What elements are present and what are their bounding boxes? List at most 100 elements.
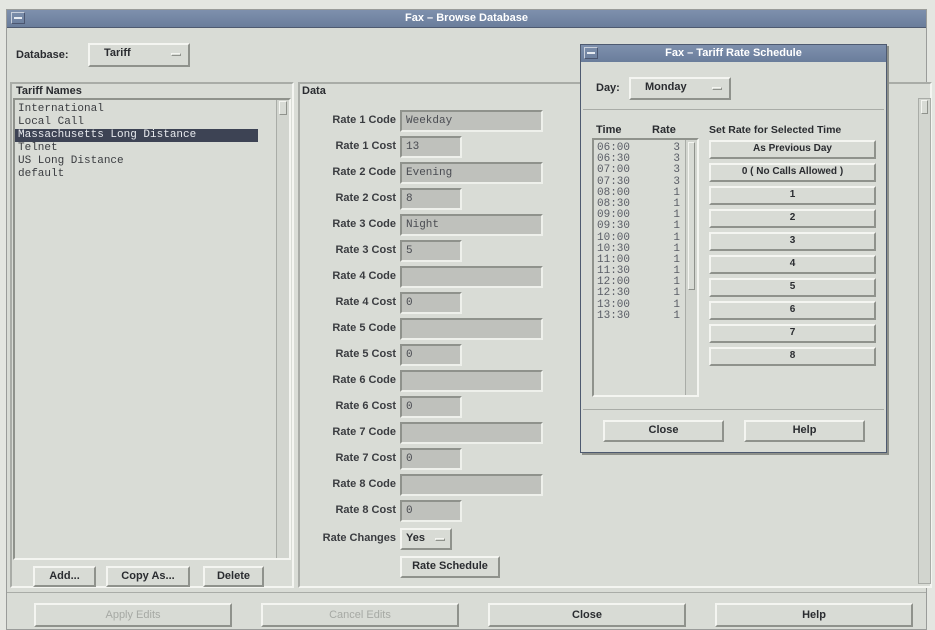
list-item[interactable]: US Long Distance	[15, 155, 289, 168]
rate-code-field[interactable]	[400, 474, 543, 496]
rate-code-field[interactable]: Night	[400, 214, 543, 236]
database-label: Database:	[16, 49, 69, 61]
set-rate-button[interactable]: 7	[709, 324, 876, 343]
field-label: Rate 2 Code	[332, 166, 396, 178]
rate-code-field[interactable]: Evening	[400, 162, 543, 184]
schedule-rate: 1	[673, 287, 680, 300]
list-item[interactable]: International	[15, 103, 289, 116]
tariff-names-list[interactable]: International Local Call Massachusetts Lon…	[13, 98, 291, 560]
rate-cost-field[interactable]: 0	[400, 448, 462, 470]
schedule-rate: 3	[673, 164, 680, 177]
rate-code-field[interactable]	[400, 370, 543, 392]
schedule-scroll-thumb[interactable]	[688, 142, 695, 290]
rate-cost-field[interactable]: 0	[400, 500, 462, 522]
data-scroll-thumb[interactable]	[921, 100, 928, 114]
rate-code-field[interactable]: Weekday	[400, 110, 543, 132]
rate-changes-label: Rate Changes	[322, 532, 396, 544]
apply-edits-button[interactable]: Apply Edits	[34, 603, 232, 627]
schedule-scrollbar[interactable]	[685, 140, 697, 395]
day-value: Monday	[645, 81, 687, 93]
field-label: Rate 3 Cost	[335, 244, 396, 256]
schedule-time: 13:30	[597, 309, 631, 322]
set-rate-button[interactable]: 5	[709, 278, 876, 297]
schedule-row[interactable]: 10:00 1	[594, 232, 684, 244]
rate-changes-value: Yes	[406, 532, 425, 544]
set-rate-button[interactable]: 6	[709, 301, 876, 320]
database-value: Tariff	[104, 47, 131, 59]
rate-cost-field[interactable]: 0	[400, 396, 462, 418]
rate-changes-option-menu[interactable]: Yes	[400, 528, 452, 550]
data-scrollbar[interactable]	[918, 98, 931, 584]
set-rate-button[interactable]: As Previous Day	[709, 140, 876, 159]
rate-cost-field[interactable]: 0	[400, 344, 462, 366]
rate-schedule-button[interactable]: Rate Schedule	[400, 556, 500, 578]
set-rate-button[interactable]: 3	[709, 232, 876, 251]
day-option-menu[interactable]: Monday	[629, 77, 731, 100]
rate-column-header: Rate	[652, 124, 676, 136]
field-label: Rate 1 Cost	[335, 140, 396, 152]
field-label: Rate 3 Code	[332, 218, 396, 230]
title-bar[interactable]: Fax – Browse Database	[7, 10, 926, 28]
set-rate-button[interactable]: 2	[709, 209, 876, 228]
schedule-row[interactable]: 13:30 1	[594, 309, 684, 322]
day-label: Day:	[596, 82, 620, 94]
close-button[interactable]: Close	[488, 603, 686, 627]
tariff-names-header: Tariff Names	[16, 85, 82, 97]
help-button[interactable]: Help	[715, 603, 913, 627]
field-label: Rate 8 Cost	[335, 504, 396, 516]
separator	[583, 409, 884, 410]
schedule-time: 09:30	[597, 220, 631, 233]
tariff-rate-schedule-dialog: Fax – Tariff Rate Schedule Day: Monday T…	[580, 44, 887, 453]
field-label: Rate 5 Code	[332, 322, 396, 334]
rate-cost-field[interactable]: 13	[400, 136, 462, 158]
option-menu-indicator-icon	[435, 538, 445, 541]
database-option-menu[interactable]: Tariff	[88, 43, 190, 67]
schedule-row[interactable]: 09:30 1	[594, 221, 684, 232]
data-header: Data	[302, 85, 326, 97]
set-rate-button[interactable]: 4	[709, 255, 876, 274]
time-column-header: Time	[596, 124, 622, 136]
field-label: Rate 7 Cost	[335, 452, 396, 464]
list-item[interactable]: Local Call	[15, 116, 289, 129]
schedule-list[interactable]: 06:00 3 06:30 3 07:00 3 07:30 3 08:00 1 08:30 1 09:0…	[592, 138, 699, 397]
dialog-close-button[interactable]: Close	[603, 420, 724, 442]
list-item[interactable]: Massachusetts Long Distance	[15, 129, 258, 142]
schedule-time: 12:30	[597, 287, 631, 300]
option-menu-indicator-icon	[171, 53, 181, 56]
separator	[583, 109, 884, 110]
field-label: Rate 1 Code	[332, 114, 396, 126]
add-button[interactable]: Add...	[33, 566, 96, 587]
rate-cost-field[interactable]: 0	[400, 292, 462, 314]
cancel-edits-button[interactable]: Cancel Edits	[261, 603, 459, 627]
set-rate-header: Set Rate for Selected Time	[709, 124, 842, 136]
rate-cost-field[interactable]: 8	[400, 188, 462, 210]
option-menu-indicator-icon	[712, 87, 722, 90]
set-rate-button[interactable]: 1	[709, 186, 876, 205]
field-label: Rate 8 Code	[332, 478, 396, 490]
field-label: Rate 6 Code	[332, 374, 396, 386]
field-label: Rate 4 Cost	[335, 296, 396, 308]
delete-button[interactable]: Delete	[203, 566, 264, 587]
rate-code-field[interactable]	[400, 422, 543, 444]
schedule-row[interactable]: 07:00 3	[594, 165, 684, 176]
field-label: Rate 2 Cost	[335, 192, 396, 204]
rate-code-field[interactable]	[400, 318, 543, 340]
schedule-time: 07:00	[597, 164, 631, 177]
list-item[interactable]: Telnet	[15, 142, 289, 155]
dialog-title-bar[interactable]: Fax – Tariff Rate Schedule	[581, 45, 886, 62]
schedule-rate: 1	[673, 309, 680, 322]
list-item[interactable]: default	[15, 168, 289, 181]
field-label: Rate 7 Code	[332, 426, 396, 438]
dialog-help-button[interactable]: Help	[744, 420, 865, 442]
rate-code-field[interactable]	[400, 266, 543, 288]
separator	[7, 592, 926, 593]
scroll-thumb[interactable]	[279, 101, 287, 115]
schedule-row[interactable]: 12:30 1	[594, 288, 684, 299]
tariff-list-scrollbar[interactable]	[276, 100, 289, 558]
rate-cost-field[interactable]: 5	[400, 240, 462, 262]
set-rate-button[interactable]: 8	[709, 347, 876, 366]
copy-as-button[interactable]: Copy As...	[106, 566, 190, 587]
dialog-title: Fax – Tariff Rate Schedule	[665, 47, 802, 59]
set-rate-button[interactable]: 0 ( No Calls Allowed )	[709, 163, 876, 182]
window-title: Fax – Browse Database	[405, 12, 528, 24]
